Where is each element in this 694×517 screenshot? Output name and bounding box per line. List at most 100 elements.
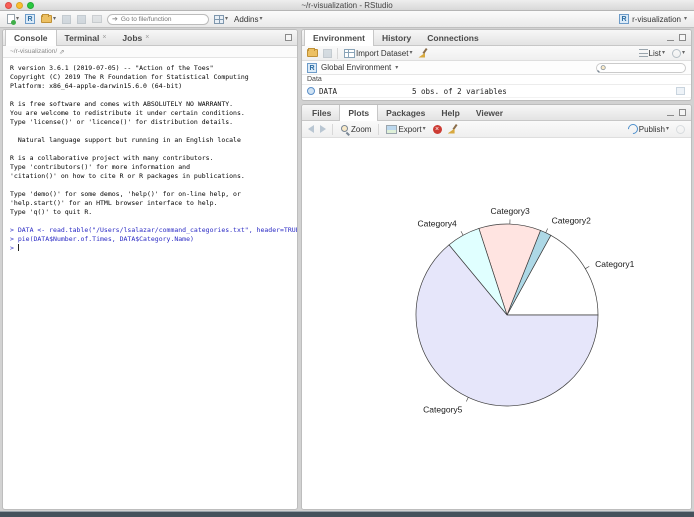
list-view-label: List xyxy=(648,48,661,58)
view-table-icon[interactable] xyxy=(676,87,685,95)
maximize-pane-icon[interactable] xyxy=(285,34,292,41)
tab-connections[interactable]: Connections xyxy=(419,30,486,45)
maximize-pane-icon[interactable] xyxy=(679,34,686,41)
save-icon xyxy=(62,14,72,24)
previous-plot-icon[interactable] xyxy=(308,125,314,133)
tab-plots-label: Plots xyxy=(348,108,370,118)
environment-search-box[interactable] xyxy=(596,62,690,73)
maximize-pane-icon[interactable] xyxy=(679,109,686,116)
zoom-label: Zoom xyxy=(351,124,372,134)
close-icon[interactable]: × xyxy=(102,34,106,41)
tab-console[interactable]: Console xyxy=(5,30,57,46)
environment-scope-row: R Global Environment ▾ xyxy=(302,61,691,75)
print-button[interactable] xyxy=(91,13,103,26)
pie-label-leader xyxy=(460,231,464,236)
environment-toolbar: Import Dataset ▾ List ▾ ▾ xyxy=(302,46,691,61)
environment-scope-label[interactable]: Global Environment xyxy=(321,63,391,72)
refresh-environment-button[interactable]: ▾ xyxy=(671,47,686,60)
console-line: Type 'demo()' for some demos, 'help()' f… xyxy=(10,190,241,198)
next-plot-icon[interactable] xyxy=(320,125,326,133)
goto-file-box[interactable]: ➔ xyxy=(107,13,210,25)
console-line: > xyxy=(10,244,19,252)
pie-chart: Category1 Category2 Category3 Category4 Cate… xyxy=(415,206,635,415)
export-plot-button[interactable]: Export ▾ xyxy=(385,123,426,136)
close-icon[interactable]: × xyxy=(145,34,149,41)
magnifier-icon xyxy=(340,124,350,134)
import-dataset-button[interactable]: Import Dataset ▾ xyxy=(343,47,413,60)
tab-packages-label: Packages xyxy=(386,107,426,118)
console-output[interactable]: R version 3.6.1 (2019-07-05) -- "Action … xyxy=(3,58,297,259)
export-label: Export xyxy=(398,124,422,134)
new-project-button[interactable]: R xyxy=(24,13,36,26)
save-workspace-icon[interactable] xyxy=(323,48,332,58)
chevron-down-icon: ▾ xyxy=(409,50,413,56)
environment-object-row[interactable]: DATA 5 obs. of 2 variables xyxy=(302,85,691,98)
addins-button[interactable]: Addins ▾ xyxy=(233,13,263,26)
plot-area: Category1 Category2 Category3 Category4 Cate… xyxy=(302,138,691,509)
tab-jobs[interactable]: Jobs × xyxy=(114,30,157,45)
tab-help[interactable]: Help xyxy=(433,105,467,120)
environment-scope-icon: R xyxy=(307,62,317,73)
plots-pane: Files Plots Packages Help Viewer Zoom Ex… xyxy=(301,104,692,510)
zoom-plot-button[interactable]: Zoom xyxy=(339,123,372,136)
new-file-icon xyxy=(7,14,16,25)
goto-file-input[interactable] xyxy=(120,15,201,23)
project-name-label: r-visualization xyxy=(632,14,681,24)
new-file-button[interactable]: ▾ xyxy=(6,13,20,26)
project-menu-button[interactable]: R r-visualization ▾ xyxy=(618,13,688,26)
tab-terminal[interactable]: Terminal × xyxy=(57,30,115,45)
tab-files[interactable]: Files xyxy=(304,105,339,120)
divider xyxy=(337,47,338,59)
console-line: R version 3.6.1 (2019-07-05) -- "Action … xyxy=(10,64,214,72)
project-cube-icon: R xyxy=(619,14,630,24)
save-all-icon xyxy=(77,14,87,24)
console-line: 'citation()' on how to cite R or R packa… xyxy=(10,172,245,180)
object-name: DATA xyxy=(319,86,338,96)
minimize-pane-icon[interactable] xyxy=(667,39,674,41)
minimize-pane-icon[interactable] xyxy=(667,114,674,116)
environment-section-label: Data xyxy=(307,76,322,83)
environment-pane: Environment History Connections Import D… xyxy=(301,29,692,101)
tab-plots[interactable]: Plots xyxy=(339,105,379,121)
open-file-button[interactable]: ▾ xyxy=(40,13,57,26)
tab-environment[interactable]: Environment xyxy=(304,30,374,46)
window-bottom-edge xyxy=(0,511,694,517)
external-link-icon[interactable]: ⇗ xyxy=(59,48,64,56)
remove-plot-icon[interactable]: × xyxy=(432,124,442,134)
environment-search-input[interactable] xyxy=(602,64,690,71)
tab-history-label: History xyxy=(381,32,412,43)
tab-packages[interactable]: Packages xyxy=(378,105,433,120)
pie-label-Category1: Category1 xyxy=(595,259,634,269)
load-workspace-icon[interactable] xyxy=(307,48,318,57)
refresh-plot-icon[interactable] xyxy=(676,124,685,134)
titlebar: ~/r-visualization - RStudio xyxy=(0,0,694,11)
console-line: Type 'license()' or 'licence()' for dist… xyxy=(10,118,234,126)
list-icon xyxy=(638,49,648,57)
data-object-icon xyxy=(307,87,315,95)
pie-label-Category3: Category3 xyxy=(491,206,530,216)
save-all-button[interactable] xyxy=(76,13,87,26)
clear-all-plots-icon[interactable] xyxy=(448,124,458,135)
save-button[interactable] xyxy=(61,13,72,26)
console-line: Platform: x86_64-apple-darwin15.6.0 (64-… xyxy=(10,82,183,90)
publish-icon xyxy=(625,121,640,137)
pane-layout-button[interactable]: ▾ xyxy=(213,13,229,26)
clear-objects-icon[interactable] xyxy=(418,48,428,59)
import-dataset-label: Import Dataset xyxy=(356,48,409,58)
publish-label: Publish xyxy=(638,124,665,134)
main-toolbar: ▾ R ▾ ➔ ▾ Addins ▾ R r-visualization ▾ xyxy=(0,11,694,28)
tab-history[interactable]: History xyxy=(374,30,419,45)
list-view-button[interactable]: List ▾ xyxy=(638,47,666,60)
tab-viewer[interactable]: Viewer xyxy=(468,105,511,120)
environment-section-header: Data xyxy=(302,75,691,85)
chevron-down-icon: ▾ xyxy=(422,126,426,132)
publish-button[interactable]: Publish ▾ xyxy=(625,121,670,137)
console-pane: Console Terminal × Jobs × ~/r-visualizat… xyxy=(2,29,298,510)
environment-tabbar: Environment History Connections xyxy=(302,30,691,46)
console-line: You are welcome to redistribute it under… xyxy=(10,109,245,117)
tab-help-label: Help xyxy=(441,107,460,118)
console-line: R is free software and comes with ABSOLU… xyxy=(10,100,234,108)
addins-label: Addins xyxy=(234,14,259,24)
